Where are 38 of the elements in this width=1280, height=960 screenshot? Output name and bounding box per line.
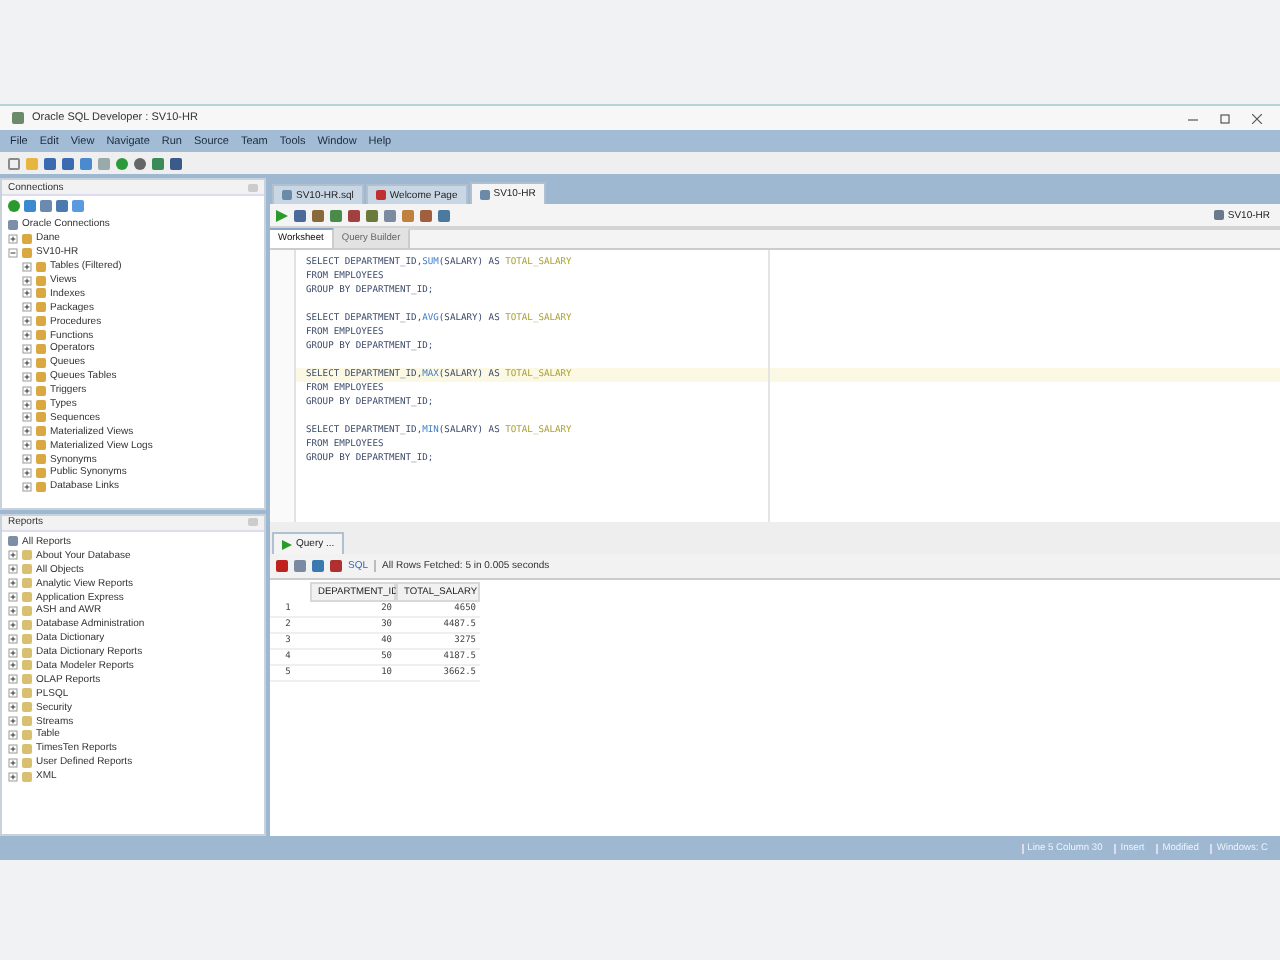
expand-icon[interactable] bbox=[8, 660, 18, 671]
maximize-icon[interactable] bbox=[1219, 113, 1229, 123]
expand-icon[interactable] bbox=[8, 578, 18, 589]
collapse-icon[interactable] bbox=[8, 247, 18, 258]
expand-icon[interactable] bbox=[22, 440, 32, 451]
expand-icon[interactable] bbox=[22, 481, 32, 492]
expand-icon[interactable] bbox=[8, 674, 18, 685]
expand-icon[interactable] bbox=[8, 771, 18, 782]
expand-icon[interactable] bbox=[22, 385, 32, 396]
expand-icon[interactable] bbox=[8, 564, 18, 575]
expand-icon[interactable] bbox=[22, 288, 32, 299]
expand-icon[interactable] bbox=[22, 275, 32, 285]
expand-icon[interactable] bbox=[22, 371, 32, 382]
expand-icon[interactable] bbox=[8, 647, 18, 658]
expand-icon[interactable] bbox=[8, 743, 18, 754]
expand-icon[interactable] bbox=[22, 261, 32, 272]
expand-icon[interactable] bbox=[22, 412, 32, 423]
expand-icon[interactable] bbox=[22, 399, 32, 410]
expand-icon[interactable] bbox=[22, 330, 32, 341]
close-icon[interactable] bbox=[1251, 113, 1261, 123]
expand-icon[interactable] bbox=[8, 633, 18, 644]
expand-icon[interactable] bbox=[22, 343, 32, 354]
expand-icon[interactable] bbox=[8, 702, 18, 713]
expand-icon[interactable] bbox=[22, 426, 32, 437]
expand-icon[interactable] bbox=[22, 357, 32, 368]
expand-icon[interactable] bbox=[8, 757, 18, 768]
expand-icon[interactable] bbox=[22, 316, 32, 327]
expand-icon[interactable] bbox=[22, 302, 32, 313]
expand-icon[interactable] bbox=[8, 619, 18, 630]
expand-icon[interactable] bbox=[8, 688, 18, 699]
expand-icon[interactable] bbox=[22, 467, 32, 478]
expand-icon[interactable] bbox=[8, 550, 18, 561]
expand-icon[interactable] bbox=[8, 716, 18, 727]
expand-icon[interactable] bbox=[8, 233, 18, 244]
expand-icon[interactable] bbox=[8, 729, 18, 740]
expand-icon[interactable] bbox=[22, 454, 32, 465]
expand-icon[interactable] bbox=[8, 605, 18, 616]
expand-icon[interactable] bbox=[8, 592, 18, 602]
